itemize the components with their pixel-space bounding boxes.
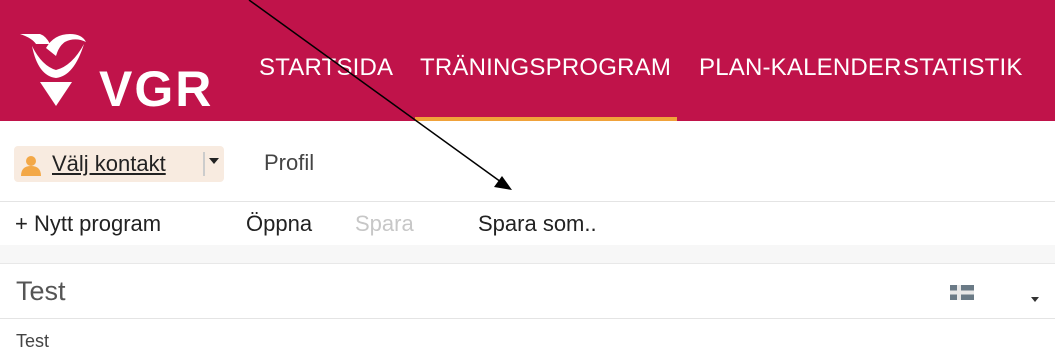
nav-item-plan-kalender[interactable]: PLAN-KALENDER: [699, 56, 902, 80]
nav-item-statistik[interactable]: STATISTIK: [903, 56, 1023, 80]
profile-link[interactable]: Profil: [264, 152, 314, 174]
logo-text: VGR: [99, 61, 214, 117]
caret-down-icon[interactable]: [209, 158, 219, 164]
save-as-button[interactable]: Spara som..: [478, 213, 597, 235]
save-button: Spara: [355, 211, 414, 236]
open-button[interactable]: Öppna: [246, 213, 312, 235]
select-contact-label[interactable]: Välj kontakt: [52, 153, 166, 175]
nav-item-startsida[interactable]: STARTSIDA: [259, 56, 393, 80]
program-title: Test: [16, 276, 66, 306]
vgr-logo-icon: [20, 34, 86, 106]
top-navigation-bar: VGR STARTSIDA TRÄNINGSPROGRAM PLAN-KALEN…: [0, 0, 1055, 121]
flag-icon[interactable]: [950, 285, 974, 300]
section-separator: [0, 245, 1055, 264]
caret-down-icon[interactable]: [1031, 297, 1039, 302]
program-toolbar: + Nytt program Öppna Spara Spara som..: [0, 201, 1055, 246]
new-program-button[interactable]: + Nytt program: [15, 213, 161, 235]
header-divider: [0, 318, 1055, 319]
contact-row: Välj kontakt Profil: [0, 121, 1055, 201]
vgr-logo[interactable]: VGR: [16, 30, 248, 114]
nav-item-traningsprogram[interactable]: TRÄNINGSPROGRAM: [420, 56, 671, 80]
dropdown-divider: [203, 152, 205, 176]
select-contact-dropdown[interactable]: Välj kontakt: [14, 146, 224, 182]
program-description: Test: [16, 331, 50, 351]
person-icon: [21, 156, 41, 176]
